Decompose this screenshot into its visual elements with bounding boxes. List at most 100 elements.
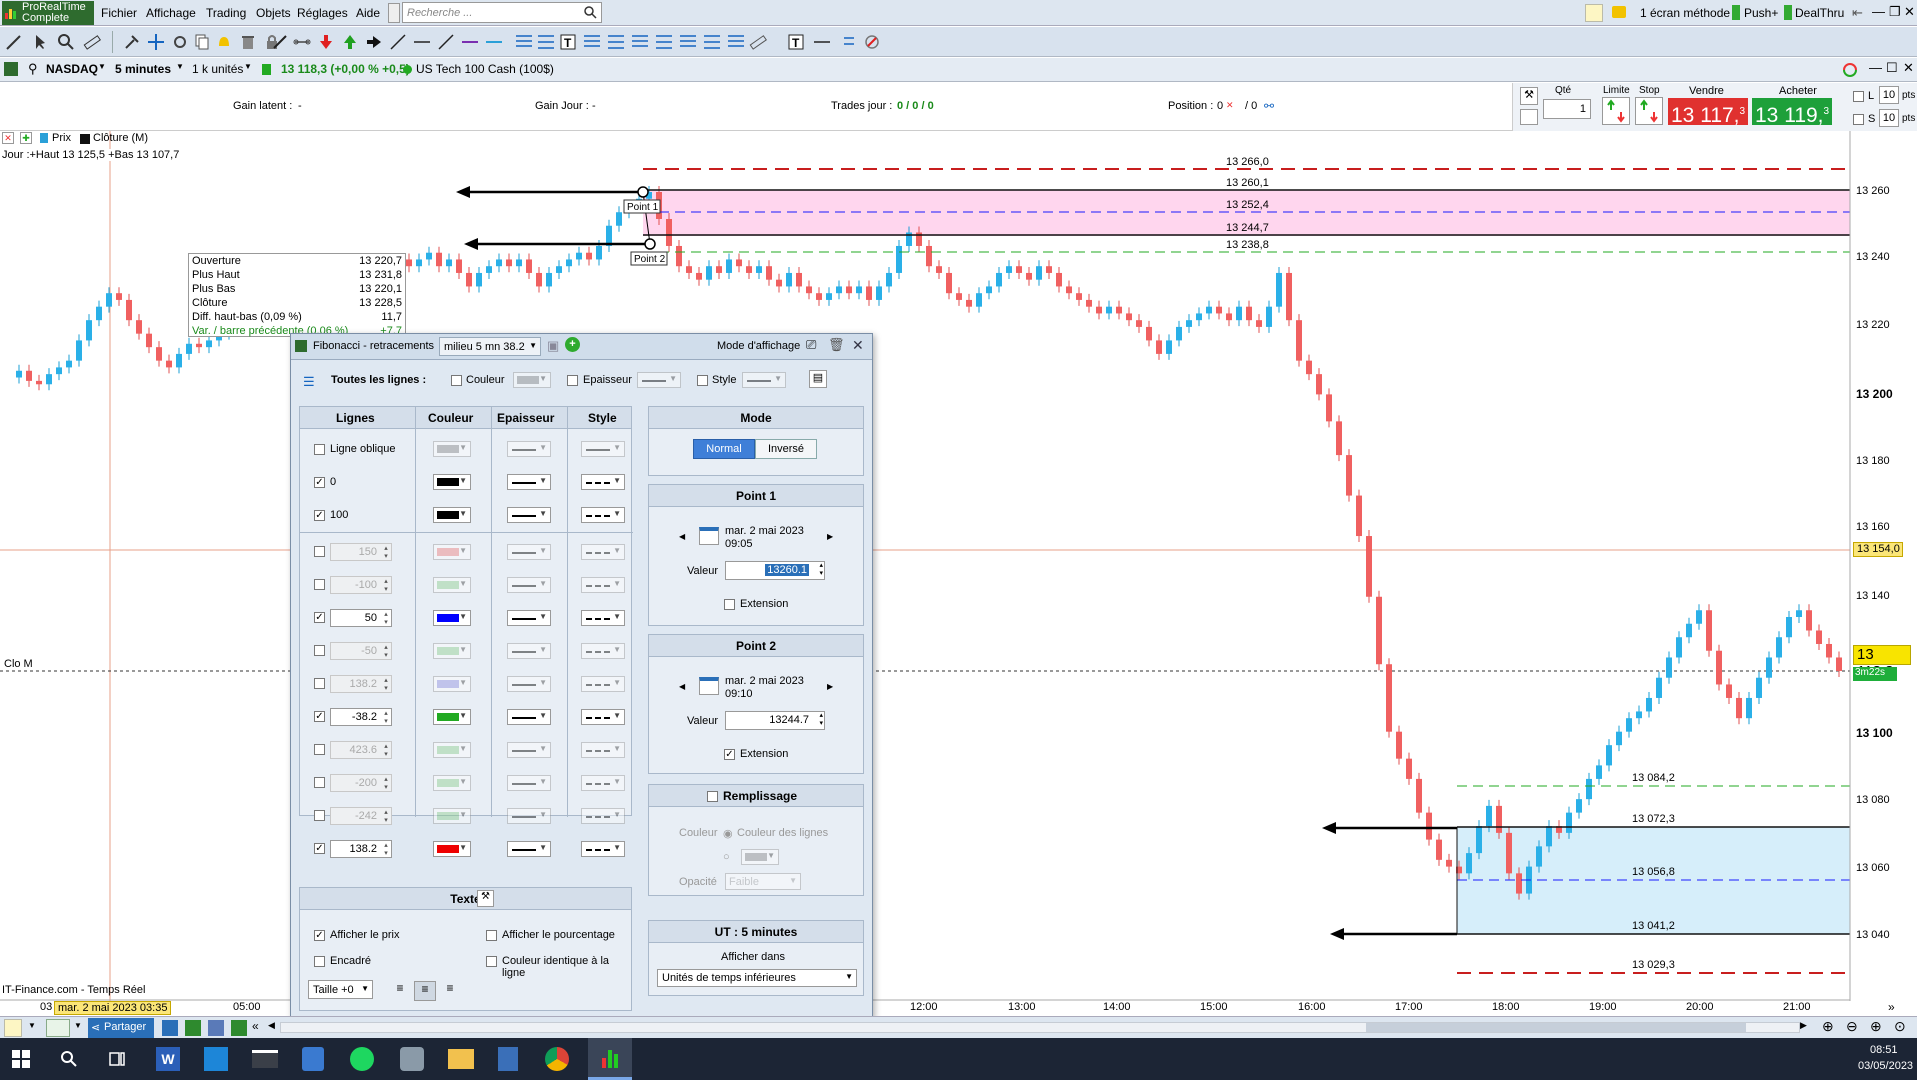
level-color[interactable]: ▼ — [433, 610, 471, 626]
level-color[interactable]: ▼ — [433, 841, 471, 857]
pencil-tool-icon[interactable] — [1585, 4, 1603, 22]
level-100-color[interactable]: ▼ — [433, 507, 471, 523]
chart-type-icon[interactable] — [4, 62, 18, 76]
line-icon[interactable] — [388, 32, 408, 52]
clock-date[interactable]: 03/05/2023 — [1858, 1060, 1913, 1072]
preset-select[interactable]: milieu 5 mn 38.2 ▼ — [439, 337, 541, 356]
p1-next-icon[interactable]: ▶ — [827, 532, 833, 541]
clock-time[interactable]: 08:51 — [1870, 1044, 1898, 1056]
level-thickness[interactable]: ▼ — [507, 577, 551, 593]
legend-close-icon[interactable]: ✕ — [2, 132, 14, 144]
level-checkbox[interactable] — [314, 777, 325, 788]
level-style[interactable]: ▼ — [581, 841, 625, 857]
terminal-app-icon[interactable] — [252, 1050, 278, 1068]
gann-icon[interactable] — [654, 32, 674, 52]
ruler-icon[interactable] — [82, 32, 102, 52]
level-checkbox[interactable]: ✓ — [314, 612, 325, 623]
level-100-style[interactable]: ▼ — [581, 507, 625, 523]
encadre-checkbox[interactable] — [314, 956, 325, 967]
keyboard-icon[interactable] — [1520, 109, 1538, 125]
ecran-methode-button[interactable]: 1 écran méthode — [1640, 6, 1730, 20]
level-value-input[interactable]: 138.2 — [330, 840, 392, 858]
level-color[interactable]: ▼ — [433, 808, 471, 824]
level-0-style[interactable]: ▼ — [581, 474, 625, 490]
level-100-thickness[interactable]: ▼ — [507, 507, 551, 523]
long-checkbox[interactable] — [1853, 91, 1864, 102]
level-value-input[interactable]: 150 — [330, 543, 392, 561]
legend-cloture[interactable]: Clôture (M) — [93, 132, 148, 144]
level-style[interactable]: ▼ — [581, 808, 625, 824]
level-value-input[interactable]: 423.6 — [330, 741, 392, 759]
units-select[interactable]: 1 k unités — [192, 62, 243, 76]
level-0-thickness[interactable]: ▼ — [507, 474, 551, 490]
p2-valeur-input[interactable]: 13244.7 ▴ ▾ — [725, 711, 825, 730]
p1-spinner-icon[interactable]: ▴ ▾ — [819, 562, 823, 578]
level-checkbox[interactable] — [314, 645, 325, 656]
mode-inverse-button[interactable]: Inversé — [755, 439, 817, 459]
copy-icon[interactable] — [192, 32, 212, 52]
level-checkbox[interactable] — [314, 744, 325, 755]
level-style[interactable]: ▼ — [581, 775, 625, 791]
mode-affichage-label[interactable]: Mode d'affichage — [717, 340, 800, 352]
magnet-icon[interactable] — [170, 32, 190, 52]
level-0-checkbox[interactable]: ✓ — [314, 477, 325, 488]
pencil-icon[interactable] — [4, 32, 24, 52]
couleur-ident-checkbox[interactable] — [486, 956, 497, 967]
mode-normal-button[interactable]: Normal — [693, 439, 755, 459]
all-style-checkbox[interactable] — [697, 375, 708, 386]
menu-aide[interactable]: Aide — [356, 6, 380, 20]
delete-icon[interactable]: 🗑 — [828, 337, 845, 353]
level-color[interactable]: ▼ — [433, 709, 471, 725]
dialog-titlebar[interactable]: Fibonacci - retracements milieu 5 mn 38.… — [291, 334, 872, 360]
all-couleur-checkbox[interactable] — [451, 375, 462, 386]
app-blue-icon[interactable] — [204, 1047, 228, 1071]
zoom-auto-icon[interactable]: ⊕ — [1822, 1018, 1834, 1035]
delete-drawings-icon[interactable] — [862, 32, 882, 52]
level-style[interactable]: ▼ — [581, 742, 625, 758]
menu-reglages[interactable]: Réglages — [297, 6, 348, 20]
pin-icon[interactable] — [388, 3, 400, 23]
exchange-chevron-icon[interactable]: ▼ — [98, 62, 106, 71]
level-value-input[interactable]: 50 — [330, 609, 392, 627]
ray-icon[interactable] — [484, 32, 504, 52]
level-color[interactable]: ▼ — [433, 577, 471, 593]
trash-icon[interactable] — [238, 32, 258, 52]
level-thickness[interactable]: ▼ — [507, 544, 551, 560]
windows-start-icon[interactable] — [12, 1050, 30, 1068]
fib-fan-icon[interactable] — [582, 32, 602, 52]
afficher-prix-checkbox[interactable]: ✓ — [314, 930, 325, 941]
sell-button[interactable]: 13 117,3 — [1668, 98, 1748, 127]
indicator-chevron-icon[interactable]: ▼ — [74, 1021, 82, 1030]
afficher-dans-select[interactable]: Unités de temps inférieures ▼ — [657, 969, 857, 987]
level-thickness[interactable]: ▼ — [507, 676, 551, 692]
close-icon[interactable]: ✕ — [1904, 4, 1915, 20]
text-tool-icon[interactable]: T — [558, 32, 578, 52]
bottom-pencil-chevron-icon[interactable]: ▼ — [28, 1021, 36, 1030]
chrome-app-icon[interactable] — [545, 1047, 569, 1071]
scroll-left-icon[interactable]: ◀ — [268, 1020, 275, 1031]
fill-radio-custom-icon[interactable]: ○ — [723, 851, 730, 863]
level-value-input[interactable]: -50 — [330, 642, 392, 660]
position-link-icon[interactable]: ⚯ — [1264, 99, 1274, 113]
menu-affichage[interactable]: Affichage — [146, 6, 196, 20]
level-color[interactable]: ▼ — [433, 775, 471, 791]
long-pts-input[interactable]: 10 — [1879, 86, 1899, 104]
menu-trading[interactable]: Trading — [206, 6, 246, 20]
display-mode-icon[interactable]: ⎚ — [806, 337, 816, 353]
cursor-icon[interactable] — [30, 32, 50, 52]
buy-button[interactable]: 13 119,3 — [1752, 98, 1832, 127]
level-value-input[interactable]: 138.2 — [330, 675, 392, 693]
point1-handle[interactable] — [637, 186, 649, 198]
scroll-right-small-icon[interactable]: ▶ — [1800, 1020, 1807, 1031]
dialog-close-icon[interactable]: ✕ — [852, 337, 864, 354]
bottom-pencil-icon[interactable] — [4, 1019, 22, 1037]
level-style[interactable]: ▼ — [581, 676, 625, 692]
collapse-left-icon[interactable]: « — [252, 1019, 259, 1033]
task-view-icon[interactable] — [108, 1050, 126, 1068]
arrow-up-icon[interactable] — [340, 32, 360, 52]
oblique-checkbox[interactable] — [314, 444, 325, 455]
paint-app-icon[interactable] — [400, 1047, 424, 1071]
align-left-icon[interactable]: ≡ — [390, 981, 410, 999]
wrench-icon[interactable]: ⚒ — [1520, 87, 1538, 105]
measure-icon[interactable] — [702, 32, 722, 52]
